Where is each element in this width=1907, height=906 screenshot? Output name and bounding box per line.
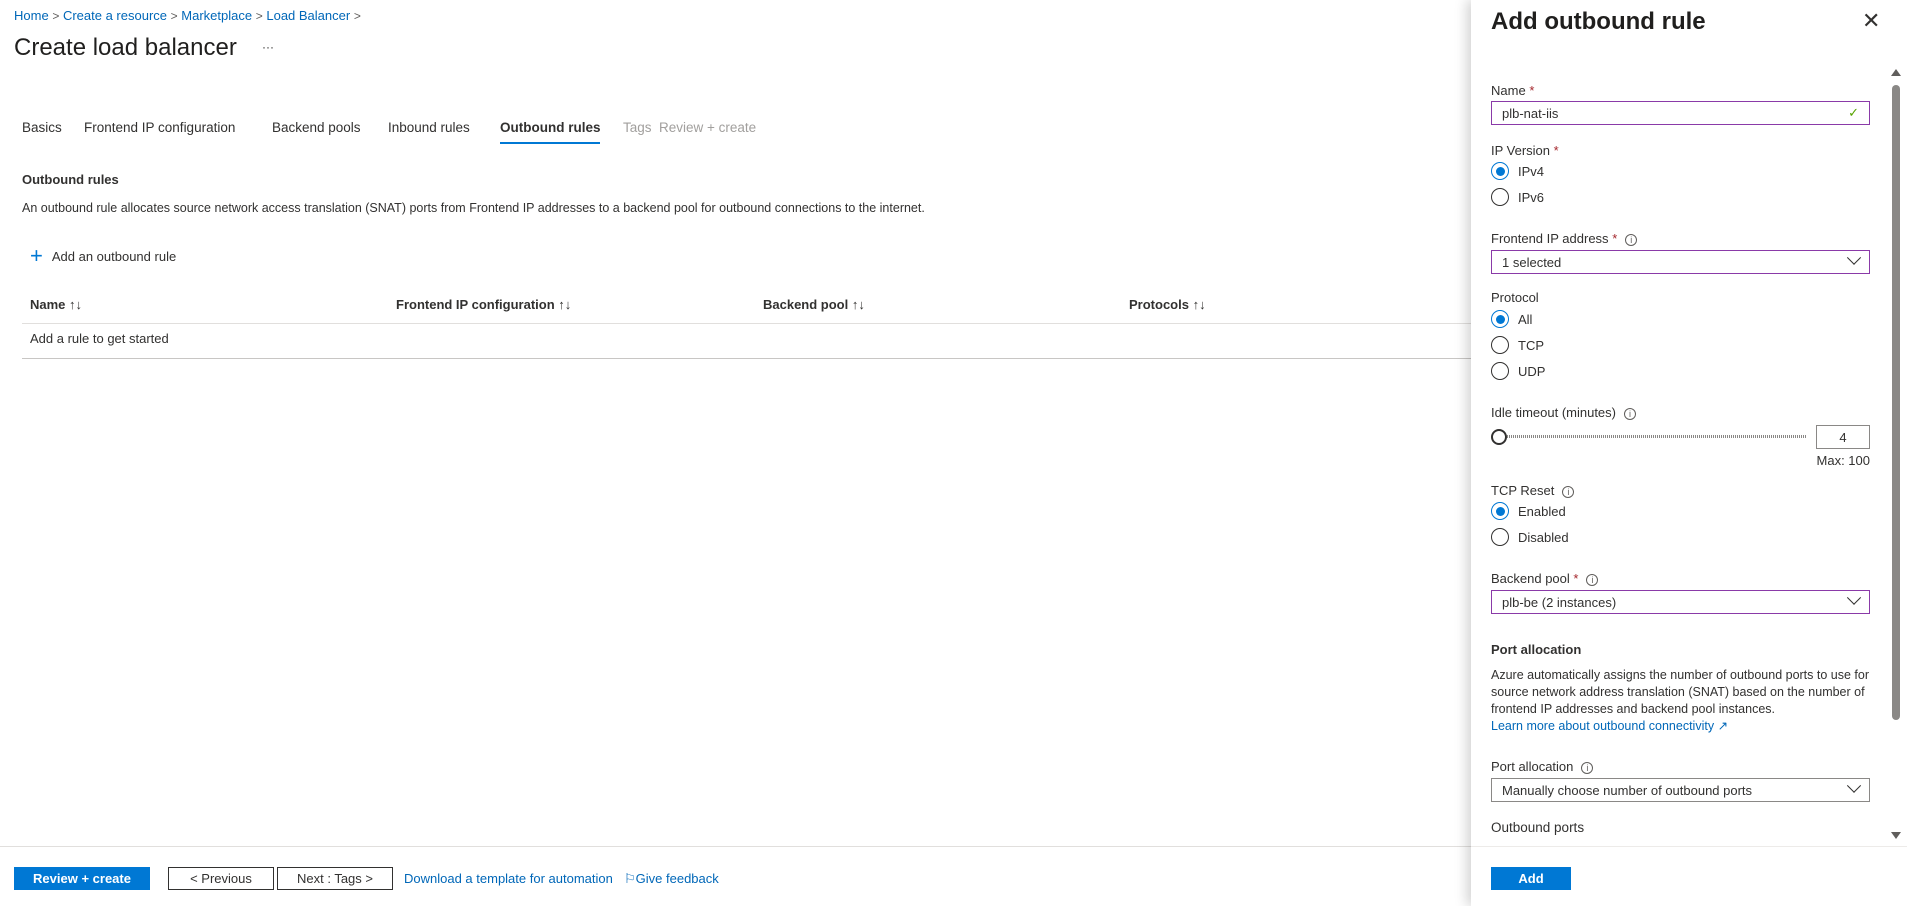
chevron-right-icon: > <box>170 9 178 23</box>
add-outbound-rule-label: Add an outbound rule <box>51 248 177 264</box>
tab-outbound-rules[interactable]: Outbound rules <box>500 120 601 135</box>
column-frontend-ip[interactable]: Frontend IP configuration ↑↓ <box>396 297 571 312</box>
sort-icon: ↑↓ <box>558 297 572 312</box>
scrollbar[interactable] <box>1889 66 1903 846</box>
footer-divider <box>0 846 1471 847</box>
frontend-ip-label: Frontend IP address * i <box>1491 231 1638 246</box>
tab-basics[interactable]: Basics <box>22 120 62 135</box>
next-button[interactable]: Next : Tags > <box>277 867 393 890</box>
radio-ipv4[interactable]: IPv4 <box>1491 162 1544 180</box>
breadcrumb-home[interactable]: Home <box>14 8 49 23</box>
info-icon[interactable]: i <box>1625 233 1638 246</box>
radio-tcp[interactable]: TCP <box>1491 336 1544 354</box>
info-icon[interactable]: i <box>1581 761 1594 774</box>
info-icon[interactable]: i <box>1562 485 1575 498</box>
learn-more-link[interactable]: Learn more about outbound connectivity ↗ <box>1491 719 1728 733</box>
port-allocation-select[interactable]: Manually choose number of outbound ports <box>1491 778 1870 802</box>
review-create-button[interactable]: Review + create <box>14 867 150 890</box>
chevron-right-icon: > <box>255 9 263 23</box>
scroll-up-icon[interactable] <box>1891 69 1901 76</box>
panel-title: Add outbound rule <box>1491 8 1706 35</box>
add-outbound-rule-button[interactable]: + Add an outbound rule <box>30 243 177 268</box>
table-empty-message: Add a rule to get started <box>30 331 169 346</box>
port-allocation-heading: Port allocation <box>1491 642 1582 657</box>
breadcrumb: Home > Create a resource > Marketplace >… <box>14 8 361 23</box>
breadcrumb-marketplace[interactable]: Marketplace <box>181 8 252 23</box>
slider-thumb[interactable] <box>1491 429 1507 445</box>
idle-timeout-max: Max: 100 <box>1816 453 1870 468</box>
idle-timeout-input[interactable]: 4 <box>1816 425 1870 449</box>
plus-icon: + <box>30 243 43 268</box>
chevron-right-icon: > <box>52 9 60 23</box>
chevron-down-icon <box>1846 590 1862 605</box>
check-icon: ✓ <box>1848 105 1859 120</box>
section-description: An outbound rule allocates source networ… <box>22 201 925 215</box>
frontend-ip-select[interactable]: 1 selected <box>1491 250 1870 274</box>
tab-backend-pools[interactable]: Backend pools <box>272 120 361 135</box>
info-icon[interactable]: i <box>1624 407 1636 420</box>
add-button[interactable]: Add <box>1491 867 1571 890</box>
ip-version-label: IP Version * <box>1491 143 1559 158</box>
idle-timeout-slider[interactable] <box>1491 429 1807 445</box>
chevron-down-icon <box>1846 250 1862 265</box>
add-outbound-rule-panel: Add outbound rule ✕ Name * plb-nat-iis ✓ … <box>1471 0 1907 906</box>
tcp-reset-label: TCP Reset i <box>1491 483 1575 498</box>
tab-tags[interactable]: Tags <box>623 120 652 135</box>
backend-pool-label: Backend pool * i <box>1491 571 1599 586</box>
breadcrumb-create-resource[interactable]: Create a resource <box>63 8 167 23</box>
chevron-down-icon <box>1846 778 1862 793</box>
scrollbar-thumb[interactable] <box>1892 85 1900 720</box>
previous-button[interactable]: < Previous <box>168 867 274 890</box>
chevron-right-icon: > <box>353 9 361 23</box>
tab-review-create[interactable]: Review + create <box>659 120 756 135</box>
more-options-button[interactable]: ··· <box>262 40 274 54</box>
port-allocation-description: Azure automatically assigns the number o… <box>1491 668 1869 733</box>
scroll-down-icon[interactable] <box>1891 832 1901 839</box>
feedback-icon: ⚐ <box>624 871 636 886</box>
close-icon[interactable]: ✕ <box>1862 8 1880 34</box>
table-header-divider <box>22 323 1472 324</box>
backend-pool-select[interactable]: plb-be (2 instances) <box>1491 590 1870 614</box>
active-tab-indicator <box>500 142 600 144</box>
page-title: Create load balancer <box>14 34 237 61</box>
info-icon[interactable]: i <box>1586 573 1599 586</box>
radio-udp[interactable]: UDP <box>1491 362 1545 380</box>
radio-all[interactable]: All <box>1491 310 1532 328</box>
external-link-icon: ↗ <box>1717 719 1729 733</box>
download-template-link[interactable]: Download a template for automation <box>404 871 613 886</box>
section-title: Outbound rules <box>22 172 119 187</box>
idle-timeout-label: Idle timeout (minutes) i <box>1491 405 1636 420</box>
port-allocation-label: Port allocation i <box>1491 759 1594 774</box>
sort-icon: ↑↓ <box>69 297 83 312</box>
table-bottom-divider <box>22 358 1472 359</box>
breadcrumb-load-balancer[interactable]: Load Balancer <box>266 8 350 23</box>
tab-inbound-rules[interactable]: Inbound rules <box>388 120 470 135</box>
protocol-label: Protocol <box>1491 290 1539 305</box>
tab-frontend-ip[interactable]: Frontend IP configuration <box>84 120 235 135</box>
radio-enabled[interactable]: Enabled <box>1491 502 1566 520</box>
give-feedback-link[interactable]: ⚐Give feedback <box>624 871 719 887</box>
radio-ipv6[interactable]: IPv6 <box>1491 188 1544 206</box>
sort-icon: ↑↓ <box>851 297 865 312</box>
column-backend-pool[interactable]: Backend pool ↑↓ <box>763 297 865 312</box>
outbound-ports-label: Outbound ports <box>1491 820 1585 835</box>
column-name[interactable]: Name ↑↓ <box>30 297 82 312</box>
sort-icon: ↑↓ <box>1192 297 1206 312</box>
name-input[interactable]: plb-nat-iis ✓ <box>1491 101 1870 125</box>
panel-footer-divider <box>1471 846 1907 847</box>
name-label: Name * <box>1491 83 1535 98</box>
radio-disabled[interactable]: Disabled <box>1491 528 1569 546</box>
column-protocols[interactable]: Protocols ↑↓ <box>1129 297 1206 312</box>
